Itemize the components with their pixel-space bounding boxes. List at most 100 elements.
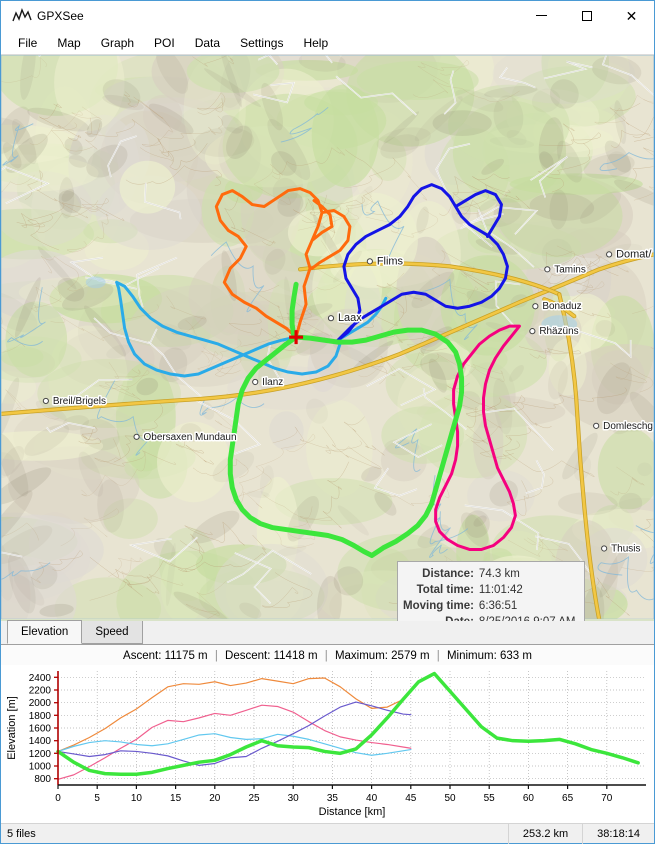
map-canvas[interactable]: FlimsFlims LaaxLaax TaminsTamins Domat/Doma… [1,55,654,620]
info-value-date: 8/25/2016 9:07 AM [479,615,576,621]
menu-item-file[interactable]: File [8,33,47,53]
stat-ascent: Ascent: 11175 m [123,650,208,662]
menu-item-map[interactable]: Map [47,33,90,53]
minimize-icon [536,15,547,16]
graph-statistics: Ascent: 11175 m | Descent: 11418 m | Max… [1,645,654,665]
terrain-patch [119,160,176,214]
terrain-patch [269,411,304,450]
map-label: Obersaxen Mundaun [144,432,237,443]
map-label-group: Domat/Domat/ [615,247,654,262]
map-label-group: ThusisThusis [610,542,642,556]
info-value-moving-time: 6:36:51 [478,600,518,612]
chart-x-tick-label: 70 [601,793,613,804]
water-body [85,276,106,289]
map-label: Breil/Brigels [53,396,106,407]
map-label: Thusis [611,543,640,554]
tab-elevation[interactable]: Elevation [7,620,83,644]
map-label: Flims [377,255,404,267]
window-title: GPXSee [37,8,84,23]
info-row: Date: 8/25/2016 9:07 AM [403,615,575,621]
map-label: Ilanz [262,377,283,388]
stat-separator: | [214,650,218,662]
stat-separator: | [436,650,440,662]
map-view[interactable]: Flims Flims Laax Laax Tamins Tamins Domat/Doma… [1,55,654,621]
town-marker-icon [593,422,600,429]
window-controls: ✕ [519,1,654,31]
map-label-group: Breil/BrigelsBreil/Brigels [51,394,107,408]
map-label: Rhäzüns [539,326,578,337]
menu-item-graph[interactable]: Graph [91,33,144,53]
menu-item-data[interactable]: Data [185,33,230,53]
status-right-group: 253.2 km 38:18:14 [507,823,654,844]
chart-y-axis-label: Elevation [m] [6,696,18,760]
map-label-group: LaaxLaax [336,311,363,326]
chart-x-tick-label: 10 [131,793,143,804]
map-label: Domleschg [603,421,653,432]
map-label: Bonaduz [542,301,581,312]
town-marker-icon [42,397,49,405]
stat-minimum: Minimum: 633 m [446,650,532,662]
status-total-distance: 253.2 km [507,823,582,844]
chart-x-tick-label: 65 [562,793,574,804]
town-marker-icon [532,303,539,310]
elevation-chart[interactable]: 800 1000 1200 1400 1600 1800 2000 2200 2400 0 5 10 1… [1,665,654,823]
town-marker-icon [327,315,335,322]
chart-y-tick-label: 2000 [29,698,52,709]
maximize-icon [581,10,592,21]
chart-x-tick-label: 40 [366,793,378,804]
chart-x-tick-label: 35 [327,793,339,804]
close-icon: ✕ [625,7,638,24]
town-marker-icon [544,266,551,273]
chart-x-tick-label: 15 [170,793,182,804]
terrain-patch [311,84,379,188]
town-marker-icon [366,258,373,265]
map-label-group: IlanzIlanz [261,375,285,389]
chart-x-tick-label: 50 [444,793,456,804]
chart-x-axis-label: Distance [km] [319,806,386,818]
town-marker-icon [252,378,259,386]
chart-y-tick-label: 1600 [29,724,52,735]
chart-x-tick-label: 45 [405,793,417,804]
chart-y-tick-label: 1000 [29,762,52,773]
info-row: Total time: 11:01:42 [403,583,575,599]
map-label: Domat/ [616,248,652,260]
maximize-button[interactable] [564,1,609,31]
tab-speed[interactable]: Speed [81,620,143,644]
info-value-total-time: 11:01:42 [478,584,523,596]
map-label-group: Obersaxen MundaunObersaxen Mundaun [142,430,238,444]
minimize-button[interactable] [519,1,564,31]
hillshade [432,110,492,136]
map-label-group: TaminsTamins [553,263,588,277]
menu-item-help[interactable]: Help [293,33,338,53]
chart-y-tick-label: 800 [34,774,51,785]
town-marker-icon [606,251,613,258]
chart-x-tick-label: 5 [94,793,100,804]
gpxsee-logo-icon [9,3,35,29]
info-key-moving-time: Moving time: [403,600,474,612]
chart-x-tick-label: 20 [209,793,221,804]
menu-item-settings[interactable]: Settings [230,33,293,53]
stat-maximum: Maximum: 2579 m [334,650,430,662]
terrain-patch [124,457,153,479]
map-label-group: DomleschgDomleschg [602,419,654,433]
chart-y-tick-label: 2200 [29,686,52,697]
info-key-total-time: Total time: [416,584,474,596]
gpxsee-window: GPXSee ✕ File Map Graph POI Data Setting… [0,0,655,844]
map-label: Tamins [554,264,586,275]
status-bar: 5 files 253.2 km 38:18:14 [1,823,654,844]
chart-y-tick-label: 2400 [29,673,52,684]
info-key-distance: Distance: [422,568,474,580]
elevation-chart-canvas[interactable]: 8001000 1200 14001600 1800 20002200 2400 0 5 10 1… [1,665,654,823]
title-bar: GPXSee ✕ [1,1,654,31]
chart-x-tick-label: 0 [55,793,61,804]
chart-y-tick-label: 1400 [29,736,52,747]
town-marker-icon [133,433,140,440]
menu-item-poi[interactable]: POI [144,33,185,53]
stat-separator: | [324,650,328,662]
info-key-date: Date: [403,615,479,621]
hillshade [59,177,75,219]
status-total-time: 38:18:14 [582,823,654,844]
chart-x-tick-label: 30 [288,793,300,804]
close-button[interactable]: ✕ [609,1,654,31]
graph-panel: Ascent: 11175 m | Descent: 11418 m | Max… [1,645,654,823]
